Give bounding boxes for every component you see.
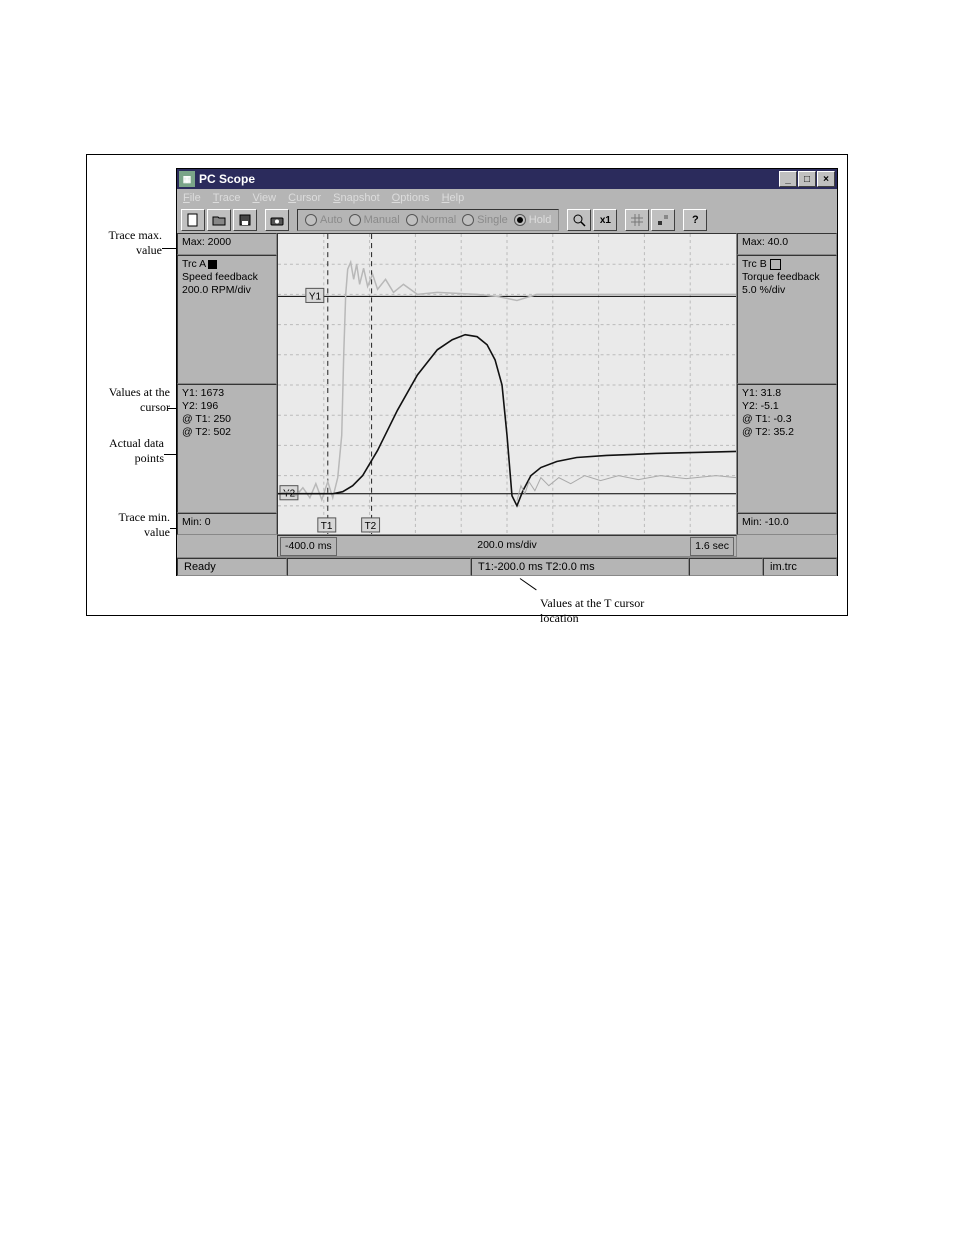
- trace-b-name: Torque feedback: [742, 271, 832, 284]
- time-start: -400.0 ms: [280, 537, 337, 556]
- app-icon: ▦: [179, 171, 195, 187]
- menu-view[interactable]: View: [252, 192, 276, 204]
- svg-text:T1: T1: [321, 521, 333, 532]
- time-axis: -400.0 ms 200.0 ms/div 1.6 sec: [277, 535, 737, 557]
- trigger-mode-group: Auto Manual Normal Single Hold: [297, 209, 559, 231]
- mode-single[interactable]: Single: [462, 214, 508, 226]
- trace-a-scale: 200.0 RPM/div: [182, 284, 272, 297]
- trace-b-t2: @ T2: 35.2: [742, 426, 832, 439]
- statusbar: Ready T1:-200.0 ms T2:0.0 ms im.trc: [177, 557, 837, 576]
- menu-cursor[interactable]: Cursor: [288, 192, 321, 204]
- cursor-tag-t2: T2: [362, 518, 380, 532]
- trace-a-marker: [208, 260, 217, 269]
- trace-a-y2: Y2: 196: [182, 400, 272, 413]
- annot-actual-data: Actual data points: [92, 436, 164, 466]
- trace-a-cursor-values: Y1: 1673 Y2: 196 @ T1: 250 @ T2: 502: [177, 384, 277, 513]
- time-div: 200.0 ms/div: [473, 537, 541, 554]
- toolbar: Auto Manual Normal Single Hold x1 ?: [177, 207, 837, 233]
- menu-options[interactable]: Options: [392, 192, 430, 204]
- mode-auto[interactable]: Auto: [305, 214, 343, 226]
- trace-b-marker: [770, 259, 781, 270]
- grid-button[interactable]: [625, 209, 649, 231]
- mode-hold[interactable]: Hold: [514, 214, 552, 226]
- camera-icon: [270, 215, 284, 226]
- annot-values-cursor: Values at the cursor: [92, 385, 170, 415]
- status-cursor: T1:-200.0 ms T2:0.0 ms: [471, 558, 689, 576]
- mode-hold-label: Hold: [529, 214, 552, 226]
- mode-manual[interactable]: Manual: [349, 214, 400, 226]
- menu-trace[interactable]: Trace: [213, 192, 241, 204]
- cursor-tag-y1: Y1: [306, 288, 324, 302]
- mode-normal[interactable]: Normal: [406, 214, 456, 226]
- grid-icon: [631, 214, 643, 226]
- mode-single-label: Single: [477, 214, 508, 226]
- status-spacer1: [287, 558, 471, 576]
- minimize-button[interactable]: _: [779, 171, 797, 187]
- plot-svg: Y1 Y2 T1 T2: [278, 234, 736, 534]
- trace-a-min: Min: 0: [177, 513, 277, 535]
- trace-b-panel: Trc B Torque feedback 5.0 %/div Y1: 31.8…: [737, 255, 837, 513]
- trace-a-panel: Trc A Speed feedback 200.0 RPM/div Y1: 1…: [177, 255, 277, 513]
- menubar: File Trace View Cursor Snapshot Options …: [177, 189, 837, 207]
- trace-a-y1: Y1: 1673: [182, 387, 272, 400]
- trace-a-info: Trc A Speed feedback 200.0 RPM/div: [177, 255, 277, 384]
- menu-file[interactable]: File: [183, 192, 201, 204]
- annot-trace-max: Trace max. value: [92, 228, 162, 258]
- svg-text:T2: T2: [365, 521, 377, 532]
- trace-b-label: Trc B: [742, 258, 767, 270]
- window-title: PC Scope: [199, 172, 255, 186]
- annot-trace-min: Trace min. value: [92, 510, 170, 540]
- status-spacer2: [689, 558, 763, 576]
- status-file: im.trc: [763, 558, 837, 576]
- page: Trace max. value Values at the cursor Ac…: [0, 0, 954, 1235]
- work-area: Max: 2000 Max: 40.0 Trc A Speed feedback…: [177, 233, 837, 557]
- open-button[interactable]: [207, 209, 231, 231]
- help-button[interactable]: ?: [683, 209, 707, 231]
- mode-normal-label: Normal: [421, 214, 456, 226]
- new-icon: [187, 213, 199, 227]
- save-button[interactable]: [233, 209, 257, 231]
- trace-b-y1: Y1: 31.8: [742, 387, 832, 400]
- trace-b-path: [278, 335, 736, 506]
- trace-b-info: Trc B Torque feedback 5.0 %/div: [737, 255, 837, 384]
- maximize-button[interactable]: □: [798, 171, 816, 187]
- menu-snapshot[interactable]: Snapshot: [333, 192, 380, 204]
- close-button[interactable]: ×: [817, 171, 835, 187]
- snapshot-button[interactable]: [265, 209, 289, 231]
- trace-b-max: Max: 40.0: [737, 233, 837, 255]
- trace-b-cursor-values: Y1: 31.8 Y2: -5.1 @ T1: -0.3 @ T2: 35.2: [737, 384, 837, 513]
- trace-b-scale: 5.0 %/div: [742, 284, 832, 297]
- trace-b-y2: Y2: -5.1: [742, 400, 832, 413]
- open-icon: [212, 214, 226, 226]
- save-icon: [239, 214, 251, 226]
- trace-a-name: Speed feedback: [182, 271, 272, 284]
- plot-area[interactable]: Y1 Y2 T1 T2: [277, 233, 737, 535]
- menu-help[interactable]: Help: [442, 192, 465, 204]
- zoom-button[interactable]: [567, 209, 591, 231]
- channels-icon: [657, 214, 669, 226]
- app-window: ▦ PC Scope _ □ × File Trace View Cursor …: [176, 168, 838, 576]
- trace-noise: [517, 476, 736, 501]
- zoom-icon: [573, 214, 586, 227]
- status-ready: Ready: [177, 558, 287, 576]
- cursor-tag-t1: T1: [318, 518, 336, 532]
- channels-button[interactable]: [651, 209, 675, 231]
- trace-a-t1: @ T1: 250: [182, 413, 272, 426]
- trace-a-label: Trc A: [182, 258, 206, 270]
- svg-text:Y1: Y1: [309, 291, 322, 302]
- annot-t-cursor: Values at the T cursor location: [540, 596, 670, 626]
- trace-b-t1: @ T1: -0.3: [742, 413, 832, 426]
- mode-manual-label: Manual: [364, 214, 400, 226]
- trace-a-t2: @ T2: 502: [182, 426, 272, 439]
- mode-auto-label: Auto: [320, 214, 343, 226]
- new-button[interactable]: [181, 209, 205, 231]
- trace-b-min: Min: -10.0: [737, 513, 837, 535]
- trace-a-max: Max: 2000: [177, 233, 277, 255]
- time-end: 1.6 sec: [690, 537, 734, 556]
- zoom-level-button[interactable]: x1: [593, 209, 617, 231]
- titlebar[interactable]: ▦ PC Scope _ □ ×: [177, 169, 837, 189]
